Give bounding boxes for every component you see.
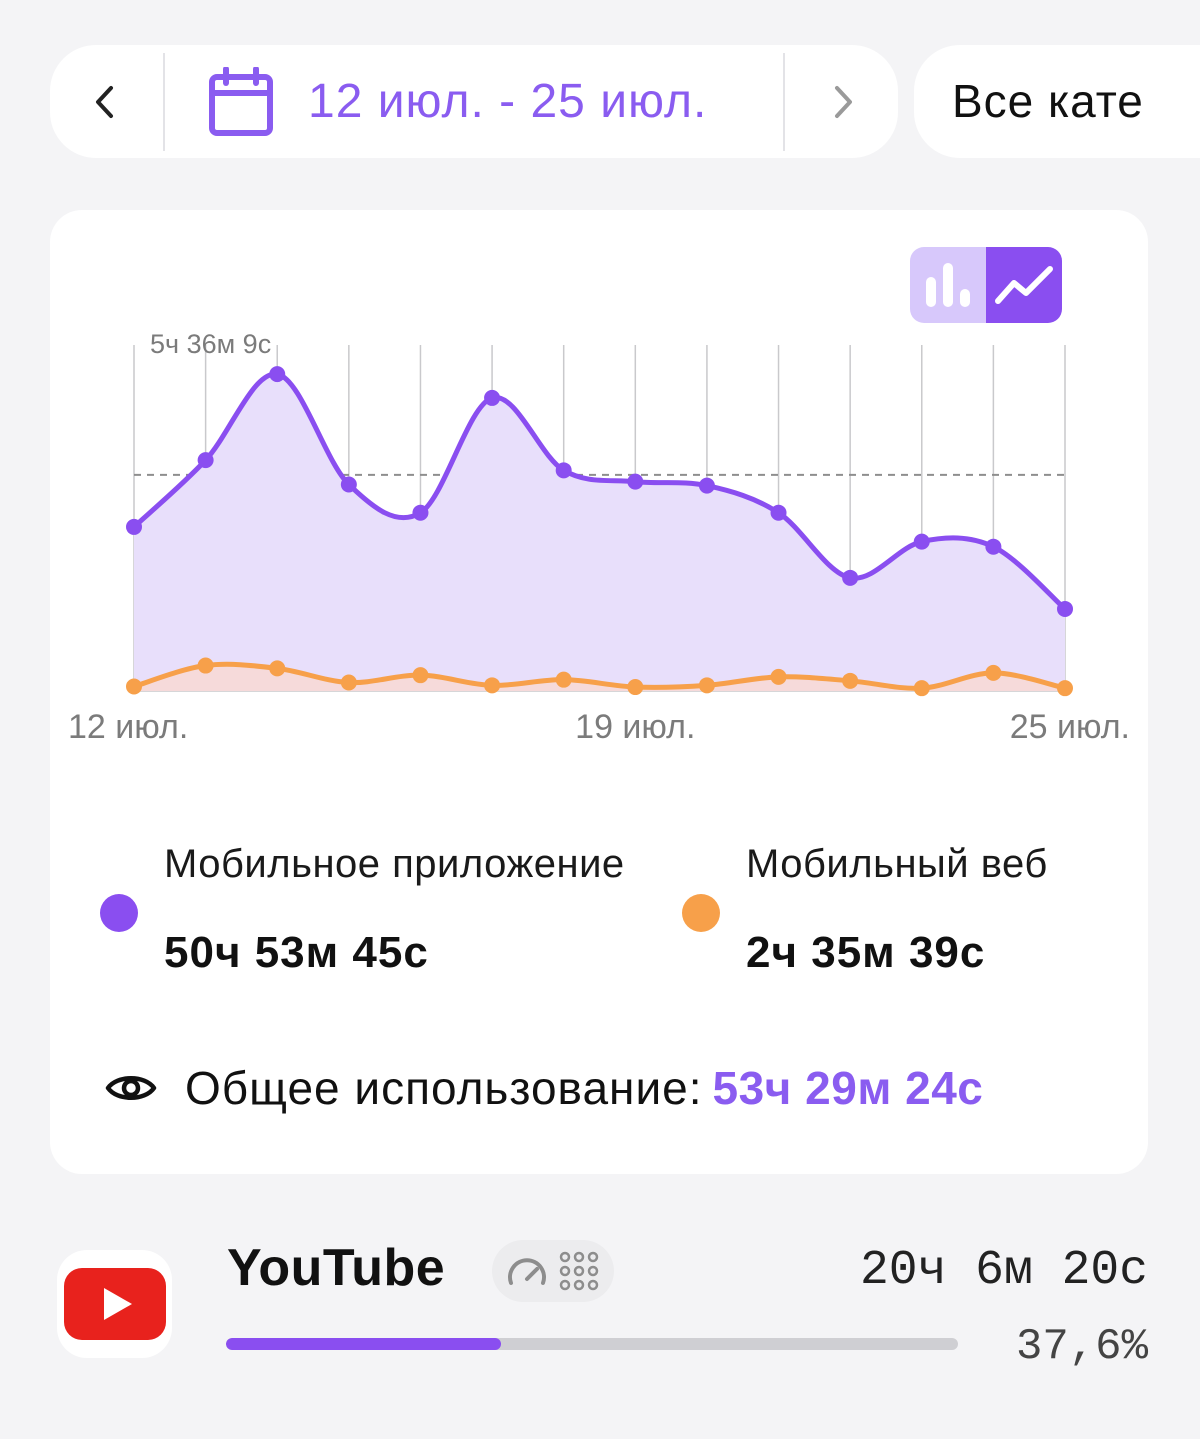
x-tick-label: 19 июл. bbox=[575, 708, 695, 746]
app-share-fill bbox=[226, 1338, 502, 1350]
divider bbox=[163, 53, 165, 151]
data-point bbox=[412, 667, 429, 684]
data-point bbox=[842, 672, 859, 689]
data-point bbox=[627, 473, 644, 490]
legend-value-app: 50ч 53м 45с bbox=[164, 928, 429, 977]
data-point bbox=[1057, 600, 1073, 617]
app-share-percent: 37,6% bbox=[1015, 1322, 1148, 1372]
fade-overlay bbox=[1148, 45, 1188, 158]
category-filter-label: Все кате bbox=[952, 75, 1144, 127]
total-usage: Общее использование: 53ч 29м 24с bbox=[105, 1058, 983, 1118]
data-point bbox=[985, 538, 1002, 555]
calendar-icon bbox=[209, 66, 273, 136]
data-point bbox=[698, 677, 715, 694]
legend-dot-app bbox=[100, 894, 138, 932]
data-point bbox=[698, 477, 715, 494]
data-point bbox=[770, 668, 787, 685]
app-limit-badge[interactable] bbox=[492, 1240, 614, 1302]
category-filter-button[interactable]: Все кате bbox=[914, 45, 1200, 158]
data-point bbox=[770, 504, 787, 521]
data-point bbox=[913, 533, 930, 550]
grid-dots-icon bbox=[559, 1251, 599, 1291]
data-point bbox=[842, 569, 859, 586]
eye-icon bbox=[105, 1076, 157, 1100]
data-point bbox=[1057, 680, 1073, 697]
usage-line-chart: 5ч 36м 9с 12 июл. 19 июл. 25 июл. bbox=[68, 329, 1130, 746]
data-point bbox=[555, 671, 572, 688]
x-tick-label: 12 июл. bbox=[68, 708, 188, 746]
data-point bbox=[269, 366, 286, 383]
date-range-text: 12 июл. - 25 июл. bbox=[308, 75, 708, 128]
data-point bbox=[555, 462, 572, 479]
data-point bbox=[197, 657, 214, 674]
date-range-button[interactable]: 12 июл. - 25 июл. bbox=[208, 45, 707, 158]
prev-period-button[interactable] bbox=[50, 45, 162, 158]
app-usage-time: 20ч 6м 20с bbox=[859, 1244, 1148, 1298]
data-point bbox=[197, 452, 214, 469]
legend-dot-web bbox=[682, 894, 720, 932]
data-point bbox=[340, 674, 357, 691]
app-share-bar bbox=[226, 1338, 958, 1350]
series-area bbox=[134, 373, 1065, 691]
x-tick-label: 25 июл. bbox=[1010, 708, 1130, 746]
youtube-icon bbox=[63, 1268, 166, 1340]
app-usage-row[interactable]: YouTube 20ч 6м 20с 37,6% bbox=[0, 1228, 1200, 1378]
peak-value-label: 5ч 36м 9с bbox=[150, 329, 271, 359]
data-point bbox=[627, 679, 644, 696]
data-point bbox=[340, 476, 357, 493]
data-point bbox=[126, 518, 142, 535]
total-usage-label: Общее использование: bbox=[185, 1062, 703, 1114]
chevron-right-icon bbox=[835, 85, 852, 118]
data-point bbox=[484, 677, 501, 694]
app-name: YouTube bbox=[227, 1239, 446, 1297]
app-icon-tile bbox=[57, 1250, 172, 1358]
data-point bbox=[412, 504, 429, 521]
data-point bbox=[985, 664, 1002, 681]
data-point bbox=[126, 678, 142, 695]
divider bbox=[783, 53, 785, 151]
next-period-button[interactable] bbox=[786, 45, 898, 158]
date-range-selector: 12 июл. - 25 июл. bbox=[50, 45, 898, 158]
legend-label-app: Мобильное приложение bbox=[164, 842, 625, 886]
usage-chart-card: 5ч 36м 9с 12 июл. 19 июл. 25 июл. Мобильное… bbox=[50, 210, 1148, 1174]
data-point bbox=[269, 660, 286, 677]
data-point bbox=[484, 389, 501, 406]
legend-label-web: Мобильный веб bbox=[746, 842, 1048, 886]
speedometer-icon bbox=[508, 1258, 546, 1285]
data-point bbox=[913, 680, 930, 697]
legend-value-web: 2ч 35м 39с bbox=[746, 928, 986, 977]
total-usage-value: 53ч 29м 24с bbox=[712, 1062, 984, 1114]
chevron-left-icon bbox=[96, 85, 113, 118]
